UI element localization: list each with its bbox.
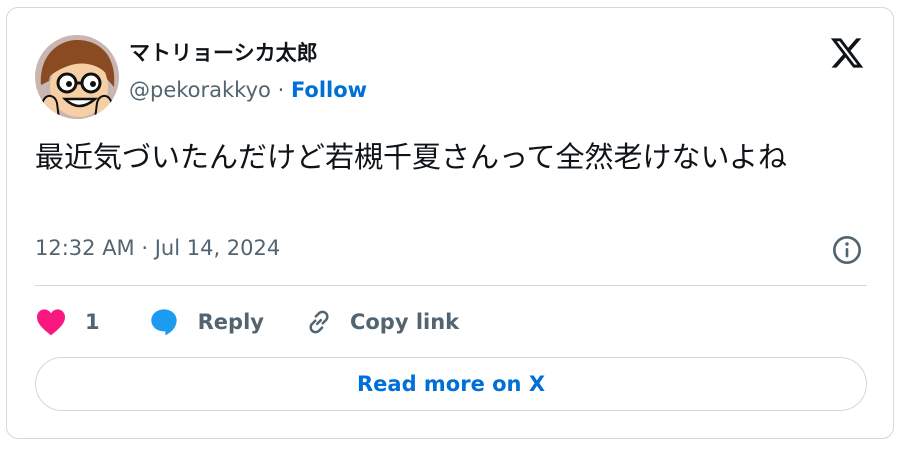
x-logo-icon[interactable] (829, 35, 865, 71)
read-more-button[interactable]: Read more on X (35, 357, 867, 411)
avatar-illustration (35, 35, 119, 119)
avatar[interactable] (35, 35, 119, 119)
like-button[interactable]: 1 (35, 307, 100, 337)
copy-link-button[interactable]: Copy link (304, 307, 459, 337)
read-more-label: Read more on X (356, 372, 546, 396)
link-icon (304, 307, 334, 337)
copy-link-label: Copy link (349, 310, 460, 334)
heart-icon (35, 307, 67, 337)
like-count: 1 (85, 310, 100, 334)
reply-button[interactable]: Reply (148, 306, 264, 338)
follow-link[interactable]: Follow (291, 78, 367, 102)
author-handle[interactable]: @pekorakkyo (129, 78, 271, 102)
speech-bubble-icon (148, 306, 180, 338)
tweet-embed-card: マトリョーシカ太郎 @pekorakkyo · Follow 最近気づいたんだけ… (6, 7, 894, 439)
tweet-timestamp[interactable]: 12:32 AM · Jul 14, 2024 (35, 236, 280, 260)
author-handle-line: @pekorakkyo · Follow (129, 78, 367, 102)
author-display-name[interactable]: マトリョーシカ太郎 (129, 37, 318, 67)
info-icon[interactable] (831, 234, 863, 266)
tweet-text: 最近気づいたんだけど若槻千夏さんって全然老けないよね (35, 140, 787, 174)
action-bar: 1 Reply Copy link (35, 304, 459, 340)
handle-separator: · (277, 78, 285, 102)
divider (35, 285, 867, 286)
reply-label: Reply (197, 310, 264, 334)
